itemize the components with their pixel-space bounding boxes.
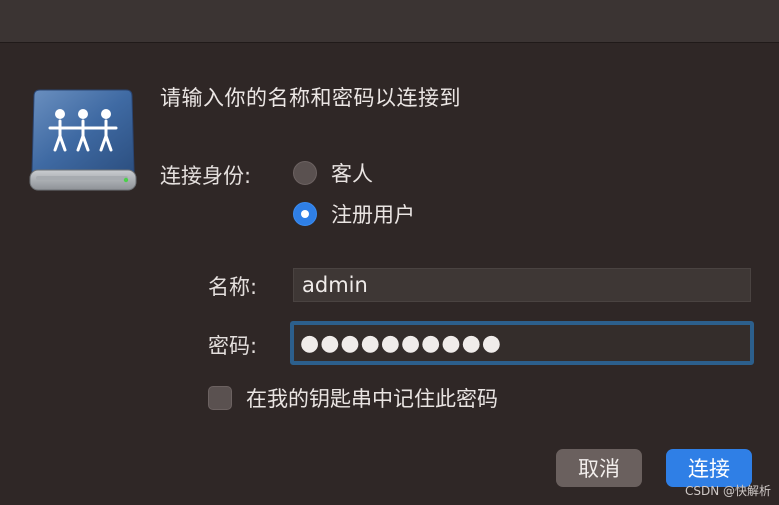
title-bar <box>0 0 779 43</box>
network-server-icon <box>28 84 138 194</box>
cancel-button[interactable]: 取消 <box>556 449 642 487</box>
radio-dot-icon <box>301 210 309 218</box>
radio-button[interactable] <box>293 161 317 185</box>
connect-as-label: 连接身份: <box>160 164 252 188</box>
radio-registered-user-label: 注册用户 <box>331 203 415 227</box>
radio-guest[interactable]: 客人 <box>293 158 373 188</box>
checkbox-box[interactable] <box>208 386 232 410</box>
radio-registered-user[interactable]: 注册用户 <box>293 199 415 229</box>
password-label: 密码: <box>208 334 258 358</box>
radio-button-selected[interactable] <box>293 202 317 226</box>
name-field[interactable] <box>293 268 751 302</box>
remember-password-label: 在我的钥匙串中记住此密码 <box>246 387 498 411</box>
watermark-text: CSDN @快解析 <box>684 484 771 498</box>
connect-dialog: 请输入你的名称和密码以连接到 连接身份: 客人 注册用户 名称: 密码: 在我的… <box>0 0 779 505</box>
name-label: 名称: <box>208 275 258 299</box>
dialog-prompt: 请输入你的名称和密码以连接到 <box>160 86 461 110</box>
password-field[interactable] <box>290 321 754 365</box>
remember-password-checkbox[interactable]: 在我的钥匙串中记住此密码 <box>208 383 498 413</box>
radio-guest-label: 客人 <box>331 162 373 186</box>
